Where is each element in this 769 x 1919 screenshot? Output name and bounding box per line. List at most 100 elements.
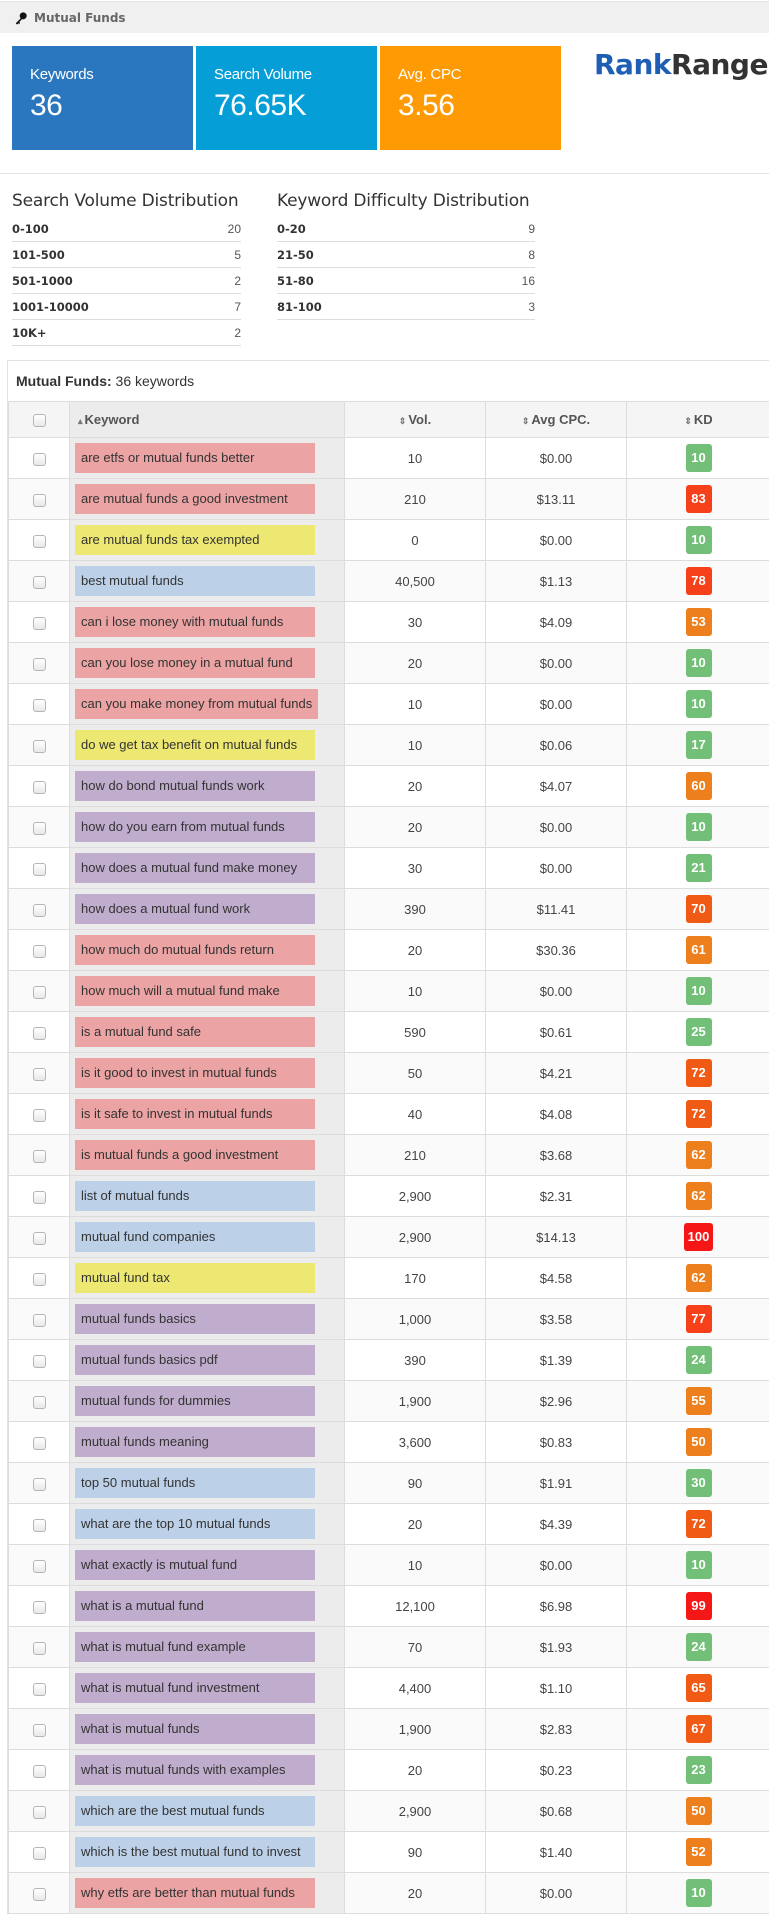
keyword-column-header[interactable]: ▴ Keyword: [69, 401, 345, 438]
row-checkbox[interactable]: [32, 1559, 46, 1573]
row-checkbox[interactable]: [32, 739, 46, 753]
table-row: what are the top 10 mutual funds 20 $4.3…: [8, 1503, 769, 1545]
row-checkbox[interactable]: [32, 1149, 46, 1163]
column-label: Avg CPC.: [531, 412, 591, 427]
kd-badge: 50: [685, 1797, 712, 1825]
row-checkbox[interactable]: [32, 985, 46, 999]
row-checkbox[interactable]: [32, 1026, 46, 1040]
keyword-cell: is it good to invest in mutual funds: [69, 1052, 345, 1094]
kd-cell: 72: [626, 1503, 769, 1545]
volume-cell: 20: [344, 642, 486, 684]
row-checkbox[interactable]: [32, 1600, 46, 1614]
row-checkbox[interactable]: [32, 575, 46, 589]
table-row: how does a mutual fund work 390 $11.41 7…: [8, 888, 769, 930]
table-row: what is a mutual fund 12,100 $6.98 99: [8, 1585, 769, 1627]
row-checkbox[interactable]: [32, 1067, 46, 1081]
row-checkbox[interactable]: [32, 1723, 46, 1737]
keyword-cell: top 50 mutual funds: [69, 1462, 345, 1504]
row-checkbox[interactable]: [32, 862, 46, 876]
row-select-cell: [8, 1216, 70, 1258]
cpc-cell: $1.10: [485, 1667, 627, 1709]
row-select-cell: [8, 1585, 70, 1627]
logo-ranger: Ranger: [671, 48, 769, 81]
keyword-cell: mutual funds for dummies: [69, 1380, 345, 1422]
row-checkbox[interactable]: [32, 780, 46, 794]
row-checkbox[interactable]: [32, 1395, 46, 1409]
row-checkbox[interactable]: [32, 493, 46, 507]
kd-cell: 30: [626, 1462, 769, 1504]
keyword-cell: list of mutual funds: [69, 1175, 345, 1217]
row-checkbox[interactable]: [32, 452, 46, 466]
row-checkbox[interactable]: [32, 616, 46, 630]
volume-cell: 90: [344, 1831, 486, 1873]
kd-badge: 62: [685, 1182, 712, 1210]
kd-badge: 72: [685, 1100, 712, 1128]
cpc-cell: $0.00: [485, 806, 627, 848]
row-checkbox[interactable]: [32, 657, 46, 671]
keyword-label: list of mutual funds: [75, 1181, 315, 1211]
kd-badge: 78: [685, 567, 712, 595]
table-row: what exactly is mutual fund 10 $0.00 10: [8, 1544, 769, 1586]
card-label: Avg. CPC: [398, 66, 462, 83]
kd-badge: 55: [685, 1387, 712, 1415]
keyword-label: can you lose money in a mutual fund: [75, 648, 315, 678]
row-checkbox[interactable]: [32, 1887, 46, 1901]
keyword-label: how does a mutual fund work: [75, 894, 315, 924]
row-checkbox[interactable]: [32, 1354, 46, 1368]
row-checkbox[interactable]: [32, 821, 46, 835]
volume-cell: 40,500: [344, 560, 486, 602]
row-checkbox[interactable]: [32, 1231, 46, 1245]
vol-column-header[interactable]: ⇕ Vol.: [344, 401, 486, 438]
keyword-cell: what exactly is mutual fund: [69, 1544, 345, 1586]
row-checkbox[interactable]: [32, 1477, 46, 1491]
range-label: 0-20: [277, 221, 306, 236]
row-checkbox[interactable]: [32, 1682, 46, 1696]
kd-badge: 30: [685, 1469, 712, 1497]
row-checkbox[interactable]: [32, 534, 46, 548]
volume-cell: 50: [344, 1052, 486, 1094]
cpc-cell: $0.23: [485, 1749, 627, 1791]
volume-cell: 1,000: [344, 1298, 486, 1340]
row-select-cell: [8, 1257, 70, 1299]
row-checkbox[interactable]: [32, 1313, 46, 1327]
keyword-cell: is mutual funds a good investment: [69, 1134, 345, 1176]
kd-cell: 72: [626, 1093, 769, 1135]
row-checkbox[interactable]: [32, 698, 46, 712]
kd-column-header[interactable]: ⇕ KD: [626, 401, 769, 438]
table-row: which are the best mutual funds 2,900 $0…: [8, 1790, 769, 1832]
cpc-cell: $1.91: [485, 1462, 627, 1504]
row-checkbox[interactable]: [32, 1846, 46, 1860]
row-checkbox[interactable]: [32, 944, 46, 958]
table-row: mutual funds for dummies 1,900 $2.96 55: [8, 1380, 769, 1422]
keyword-cell: what is mutual fund example: [69, 1626, 345, 1668]
keyword-label: mutual fund tax: [75, 1263, 315, 1293]
volume-cell: 4,400: [344, 1667, 486, 1709]
card-label: Search Volume: [214, 66, 312, 83]
distribution-title: Keyword Difficulty Distribution: [277, 191, 530, 211]
row-checkbox[interactable]: [32, 1108, 46, 1122]
row-checkbox[interactable]: [32, 1436, 46, 1450]
volume-cell: 12,100: [344, 1585, 486, 1627]
volume-cell: 390: [344, 888, 486, 930]
cpc-cell: $2.96: [485, 1380, 627, 1422]
volume-cell: 1,900: [344, 1708, 486, 1750]
row-checkbox[interactable]: [32, 1764, 46, 1778]
volume-cell: 20: [344, 929, 486, 971]
cpc-column-header[interactable]: ⇕ Avg CPC.: [485, 401, 627, 438]
row-checkbox[interactable]: [32, 1518, 46, 1532]
range-count: 9: [528, 221, 535, 236]
row-checkbox[interactable]: [32, 1641, 46, 1655]
row-checkbox[interactable]: [32, 1272, 46, 1286]
row-checkbox[interactable]: [32, 903, 46, 917]
volume-cell: 20: [344, 765, 486, 807]
row-checkbox[interactable]: [32, 1190, 46, 1204]
keyword-cell: are mutual funds tax exempted: [69, 519, 345, 561]
select-all-checkbox[interactable]: [32, 414, 46, 428]
search-volume-distribution: Search Volume Distribution 0-100 20 101-50…: [12, 191, 241, 346]
kd-badge: 99: [685, 1592, 712, 1620]
kd-cell: 52: [626, 1831, 769, 1873]
distribution-row: 0-20 9: [277, 216, 535, 242]
volume-cell: 170: [344, 1257, 486, 1299]
row-checkbox[interactable]: [32, 1805, 46, 1819]
panel-title: Mutual Funds: 36 keywords: [8, 361, 769, 401]
